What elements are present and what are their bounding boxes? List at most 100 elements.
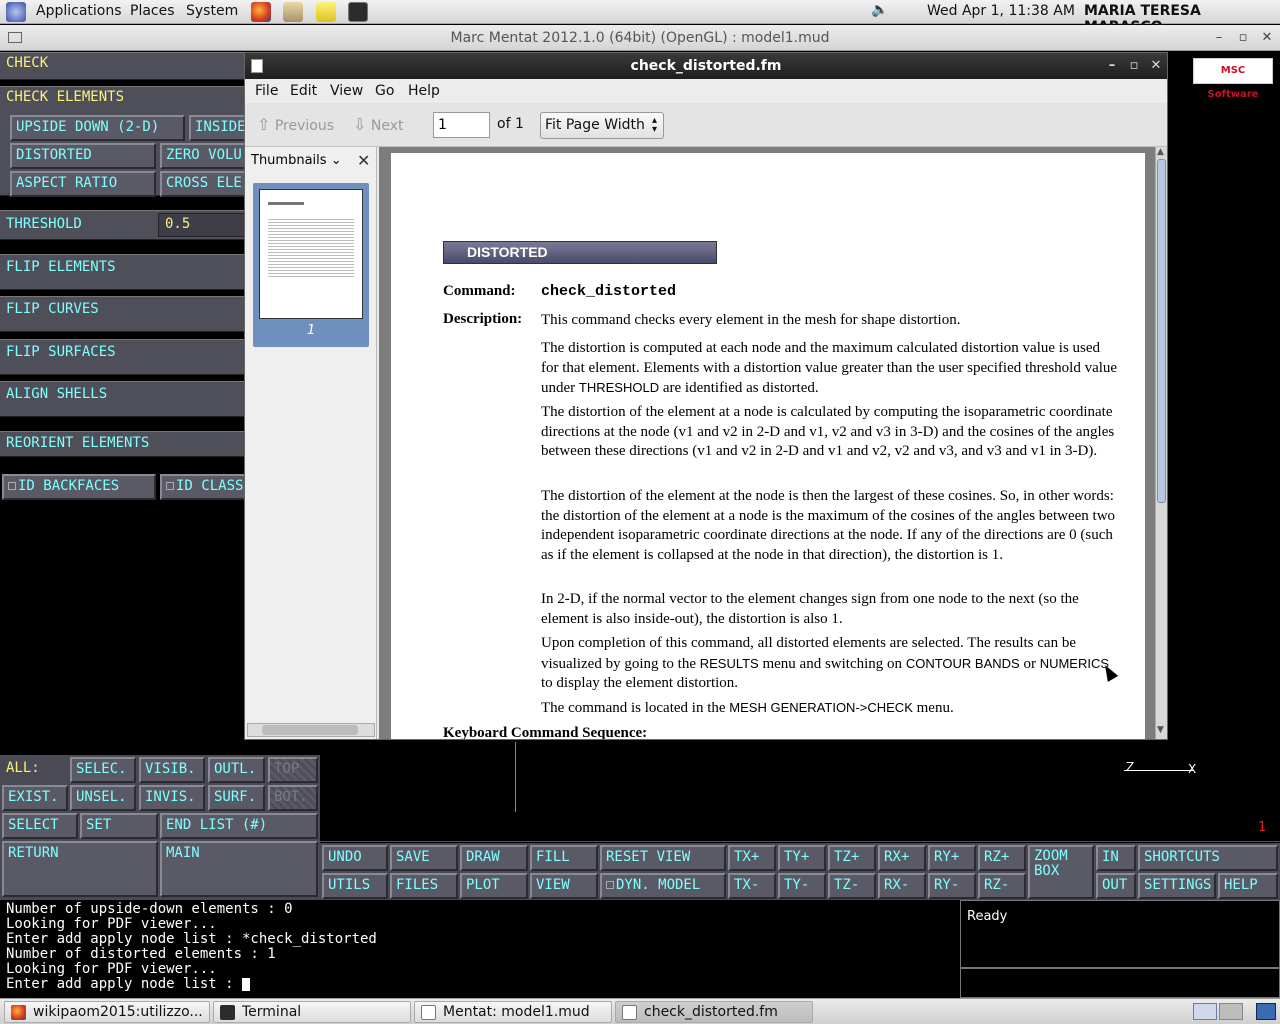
close-sidebar-icon[interactable]: ✕: [357, 151, 370, 170]
task-browser[interactable]: wikipaom2015:utilizzo...: [4, 1001, 210, 1023]
menu-edit[interactable]: Edit: [290, 83, 317, 99]
minimize-icon[interactable]: –: [1103, 53, 1121, 79]
flip-elements-button[interactable]: FLIP ELEMENTS: [0, 254, 244, 290]
id-backfaces-toggle[interactable]: ID BACKFACES: [2, 474, 156, 500]
command-console[interactable]: Number of upside-down elements : 0 Looki…: [0, 900, 958, 998]
align-shells-button[interactable]: ALIGN SHELLS: [0, 381, 244, 417]
end-list-button[interactable]: END LIST (#): [160, 813, 318, 839]
rx-minus-button[interactable]: RX-: [878, 873, 926, 899]
flip-curves-button[interactable]: FLIP CURVES: [0, 296, 244, 332]
terminal-icon[interactable]: [348, 2, 368, 22]
maximize-icon[interactable]: ▫: [1234, 25, 1252, 51]
scroll-up-icon[interactable]: ▲: [1157, 147, 1164, 157]
plot-button[interactable]: PLOT: [460, 873, 528, 899]
clock[interactable]: Wed Apr 1, 11:38 AM: [927, 3, 1075, 19]
upside-down-button[interactable]: UPSIDE DOWN (2-D): [10, 115, 185, 141]
set-button[interactable]: SET: [80, 813, 158, 839]
shortcuts-button[interactable]: SHORTCUTS: [1138, 845, 1278, 871]
zoom-in-button[interactable]: IN: [1096, 845, 1136, 871]
previous-button[interactable]: ⇧ Previous: [257, 115, 334, 134]
scrollbar-thumb[interactable]: [1157, 159, 1166, 503]
trash-icon[interactable]: [1256, 1003, 1276, 1020]
zero-volume-button[interactable]: ZERO VOLU: [160, 143, 250, 169]
undo-button[interactable]: UNDO: [322, 845, 388, 871]
scroll-down-icon[interactable]: ▼: [1157, 725, 1164, 735]
all-outl-button[interactable]: OUTL.: [208, 757, 265, 783]
all-top-button[interactable]: TOP: [268, 757, 318, 783]
tz-minus-button[interactable]: TZ-: [828, 873, 876, 899]
select-button[interactable]: SELECT: [2, 813, 78, 839]
tx-minus-button[interactable]: TX-: [728, 873, 776, 899]
ty-minus-button[interactable]: TY-: [778, 873, 826, 899]
mail-icon[interactable]: [283, 2, 303, 22]
menu-places[interactable]: Places: [130, 3, 175, 19]
reset-view-button[interactable]: RESET VIEW: [600, 845, 726, 871]
inside-out-button[interactable]: INSIDE: [189, 115, 249, 141]
page-number-input[interactable]: [433, 112, 490, 138]
menu-help[interactable]: Help: [408, 83, 440, 99]
maximize-icon[interactable]: ▫: [1125, 53, 1143, 79]
tx-plus-button[interactable]: TX+: [728, 845, 776, 871]
close-icon[interactable]: ✕: [1147, 53, 1165, 79]
settings-button[interactable]: SETTINGS: [1138, 873, 1216, 899]
flip-surfaces-button[interactable]: FLIP SURFACES: [0, 339, 244, 375]
workspace-2-icon[interactable]: [1219, 1003, 1243, 1020]
next-button[interactable]: ⇩ Next: [353, 115, 403, 134]
rx-plus-button[interactable]: RX+: [878, 845, 926, 871]
distorted-button[interactable]: DISTORTED: [10, 143, 156, 169]
unsel-button[interactable]: UNSEL.: [70, 785, 136, 811]
reorient-elements-button[interactable]: REORIENT ELEMENTS: [0, 431, 244, 457]
zoom-box-button[interactable]: ZOOM BOX: [1028, 845, 1094, 899]
menu-applications[interactable]: Applications: [36, 3, 122, 19]
task-terminal[interactable]: Terminal: [213, 1001, 411, 1023]
gnome-foot-icon[interactable]: [6, 2, 26, 22]
dyn-model-toggle[interactable]: DYN. MODEL: [600, 873, 726, 899]
save-button[interactable]: SAVE: [390, 845, 458, 871]
aspect-ratio-button[interactable]: ASPECT RATIO: [10, 171, 156, 197]
close-icon[interactable]: ✕: [1258, 25, 1276, 51]
surf-button[interactable]: SURF.: [208, 785, 265, 811]
firefox-icon[interactable]: [251, 2, 271, 22]
zoom-out-button[interactable]: OUT: [1096, 873, 1136, 899]
task-pdf-viewer[interactable]: check_distorted.fm: [615, 1001, 813, 1023]
bot-button[interactable]: BOT.: [268, 785, 318, 811]
exist-button[interactable]: EXIST.: [2, 785, 68, 811]
all-selec-button[interactable]: SELEC.: [70, 757, 136, 783]
return-button[interactable]: RETURN: [2, 841, 158, 897]
document-icon[interactable]: [251, 59, 263, 73]
threshold-button[interactable]: THRESHOLD: [6, 216, 82, 232]
ry-minus-button[interactable]: RY-: [928, 873, 976, 899]
help-button[interactable]: HELP: [1218, 873, 1278, 899]
main-button[interactable]: MAIN: [160, 841, 318, 897]
sidebar-hscrollbar[interactable]: [247, 723, 375, 737]
cross-elements-button[interactable]: CROSS ELE: [160, 171, 250, 197]
ty-plus-button[interactable]: TY+: [778, 845, 826, 871]
rz-minus-button[interactable]: RZ-: [978, 873, 1026, 899]
all-visib-button[interactable]: VISIB.: [139, 757, 205, 783]
sidebar-mode-select[interactable]: Thumbnails ⌄: [251, 153, 342, 168]
threshold-field[interactable]: 0.5: [158, 213, 248, 237]
document-vscrollbar[interactable]: ▲ ▼: [1155, 147, 1167, 739]
volume-icon[interactable]: 🔈: [870, 2, 890, 22]
menu-view[interactable]: View: [330, 83, 363, 99]
window-menu-icon[interactable]: [8, 32, 22, 43]
graphics-viewport[interactable]: Z X 1: [320, 740, 1280, 842]
files-button[interactable]: FILES: [390, 873, 458, 899]
rz-plus-button[interactable]: RZ+: [978, 845, 1026, 871]
id-class-toggle[interactable]: ID CLASS: [160, 474, 250, 500]
view-button[interactable]: VIEW: [530, 873, 598, 899]
scrollbar-thumb[interactable]: [262, 725, 358, 735]
document-view[interactable]: DISTORTED Command: check_distorted Descr…: [379, 147, 1155, 739]
zoom-select[interactable]: Fit Page Width ▴ ▾: [540, 112, 664, 139]
menu-go[interactable]: Go: [375, 83, 394, 99]
ry-plus-button[interactable]: RY+: [928, 845, 976, 871]
utils-button[interactable]: UTILS: [322, 873, 388, 899]
tz-plus-button[interactable]: TZ+: [828, 845, 876, 871]
menu-system[interactable]: System: [186, 3, 238, 19]
minimize-icon[interactable]: –: [1210, 25, 1228, 51]
workspace-1-icon[interactable]: [1193, 1003, 1217, 1020]
invis-button[interactable]: INVIS.: [139, 785, 205, 811]
command-input[interactable]: Enter add apply node list :: [6, 977, 952, 992]
draw-button[interactable]: DRAW: [460, 845, 528, 871]
fill-button[interactable]: FILL: [530, 845, 598, 871]
